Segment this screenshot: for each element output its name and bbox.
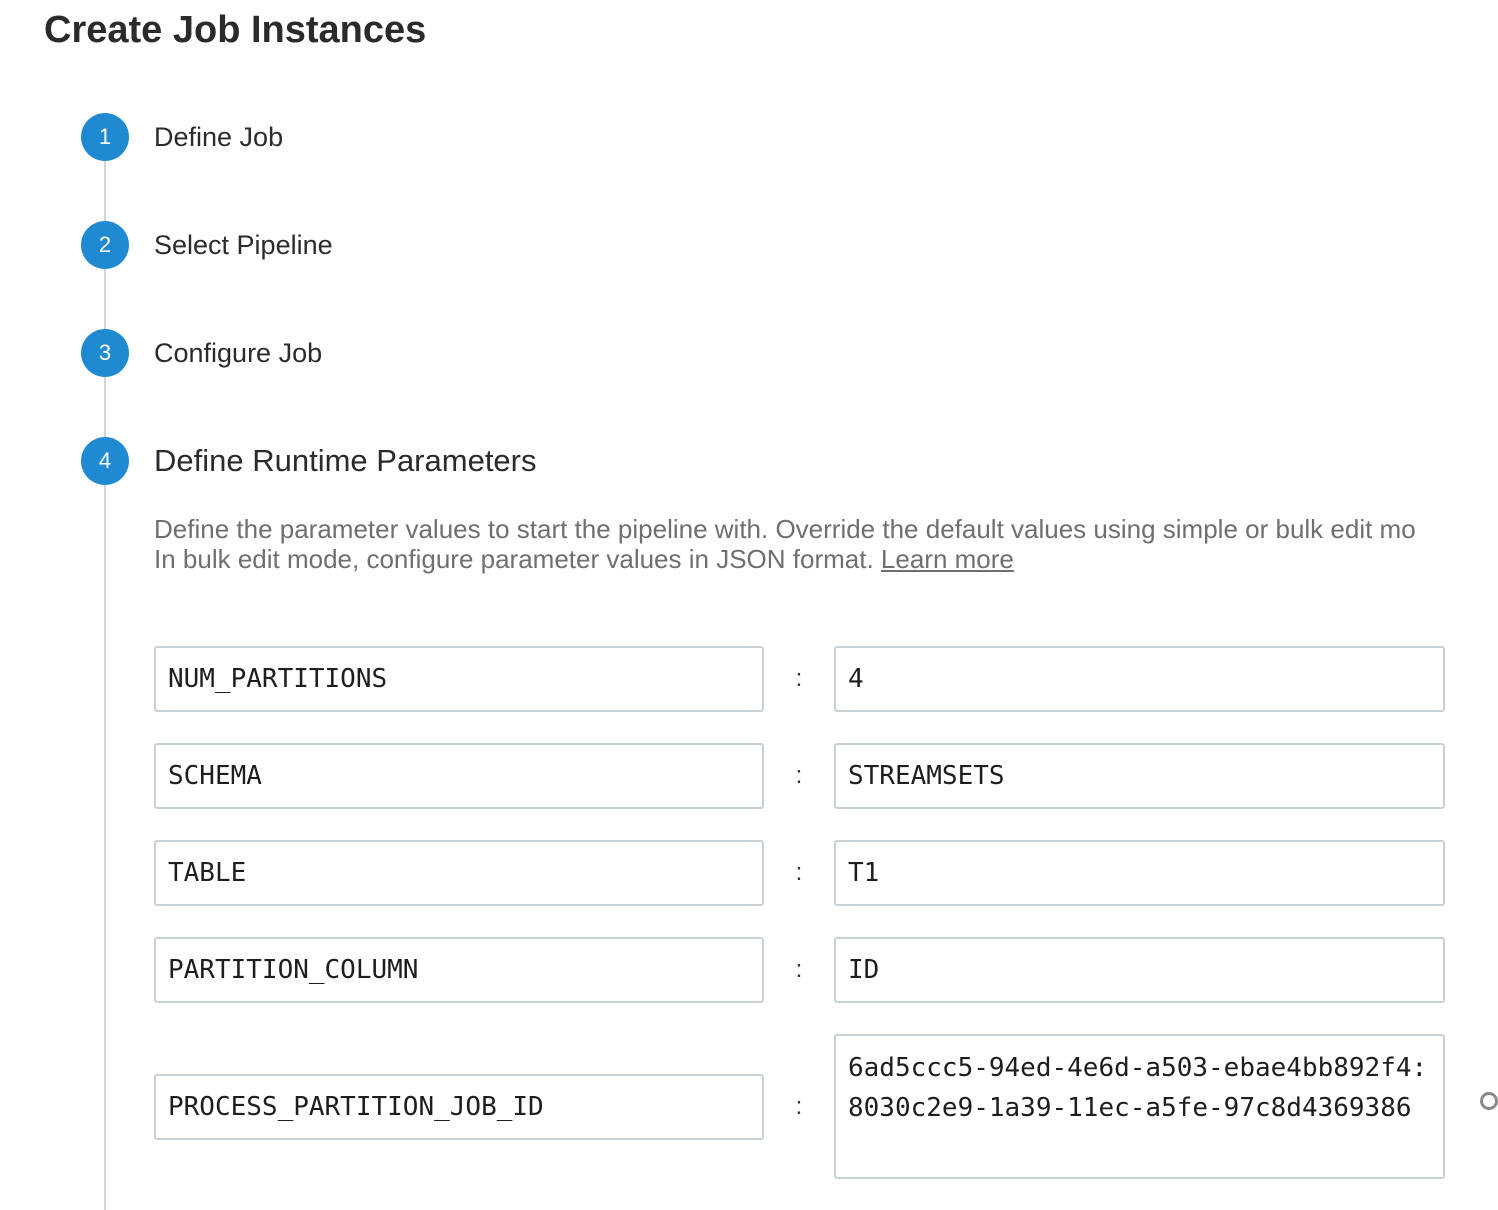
step-label: Define Runtime Parameters — [154, 443, 537, 478]
key-value-separator: : — [795, 956, 803, 983]
learn-more-link[interactable]: Learn more — [881, 544, 1014, 574]
page-title: Create Job Instances — [44, 9, 427, 51]
description-text: In bulk edit mode, configure parameter v… — [154, 544, 881, 574]
param-value-input[interactable]: ID — [834, 937, 1445, 1003]
param-value-input[interactable]: T1 — [834, 840, 1445, 906]
step-number-badge: 1 — [81, 113, 129, 161]
param-key-input[interactable]: NUM_PARTITIONS — [154, 646, 764, 712]
step-select-pipeline[interactable]: 2 Select Pipeline — [81, 221, 333, 269]
step-number-badge: 3 — [81, 329, 129, 377]
param-value-input[interactable]: 4 — [834, 646, 1445, 712]
key-value-separator: : — [795, 859, 803, 886]
param-key-input[interactable]: TABLE — [154, 840, 764, 906]
stepper-line — [104, 140, 106, 1210]
key-value-separator: : — [795, 762, 803, 789]
param-row: TABLE : T1 — [154, 840, 1445, 906]
key-value-separator: : — [795, 1092, 803, 1120]
param-key-input[interactable]: PARTITION_COLUMN — [154, 937, 764, 1003]
step-number-badge: 2 — [81, 221, 129, 269]
param-row: PARTITION_COLUMN : ID — [154, 937, 1445, 1003]
param-key-input[interactable]: PROCESS_PARTITION_JOB_ID — [154, 1073, 764, 1140]
step-number-badge: 4 — [81, 437, 129, 485]
create-job-instances-page: Create Job Instances 1 Define Job 2 Sele… — [0, 0, 1498, 1210]
description-line: In bulk edit mode, configure parameter v… — [154, 544, 1498, 574]
param-value-textarea[interactable]: 6ad5ccc5-94ed-4e6d-a503-ebae4bb892f4:803… — [834, 1034, 1445, 1179]
step-define-runtime-parameters[interactable]: 4 Define Runtime Parameters — [81, 437, 537, 485]
param-key-input[interactable]: SCHEMA — [154, 743, 764, 809]
runtime-params-description: Define the parameter values to start the… — [154, 514, 1498, 574]
key-value-separator: : — [795, 665, 803, 692]
step-label: Define Job — [154, 121, 284, 152]
param-row: SCHEMA : STREAMSETS — [154, 743, 1445, 809]
circle-icon[interactable] — [1480, 1092, 1498, 1110]
step-label: Configure Job — [154, 337, 323, 368]
param-row: PROCESS_PARTITION_JOB_ID : 6ad5ccc5-94ed… — [154, 1034, 1445, 1179]
step-label: Select Pipeline — [154, 229, 333, 260]
param-value-input[interactable]: STREAMSETS — [834, 743, 1445, 809]
step-define-job[interactable]: 1 Define Job — [81, 113, 283, 161]
description-line: Define the parameter values to start the… — [154, 514, 1416, 544]
param-row: NUM_PARTITIONS : 4 — [154, 646, 1445, 712]
step-configure-job[interactable]: 3 Configure Job — [81, 329, 322, 377]
